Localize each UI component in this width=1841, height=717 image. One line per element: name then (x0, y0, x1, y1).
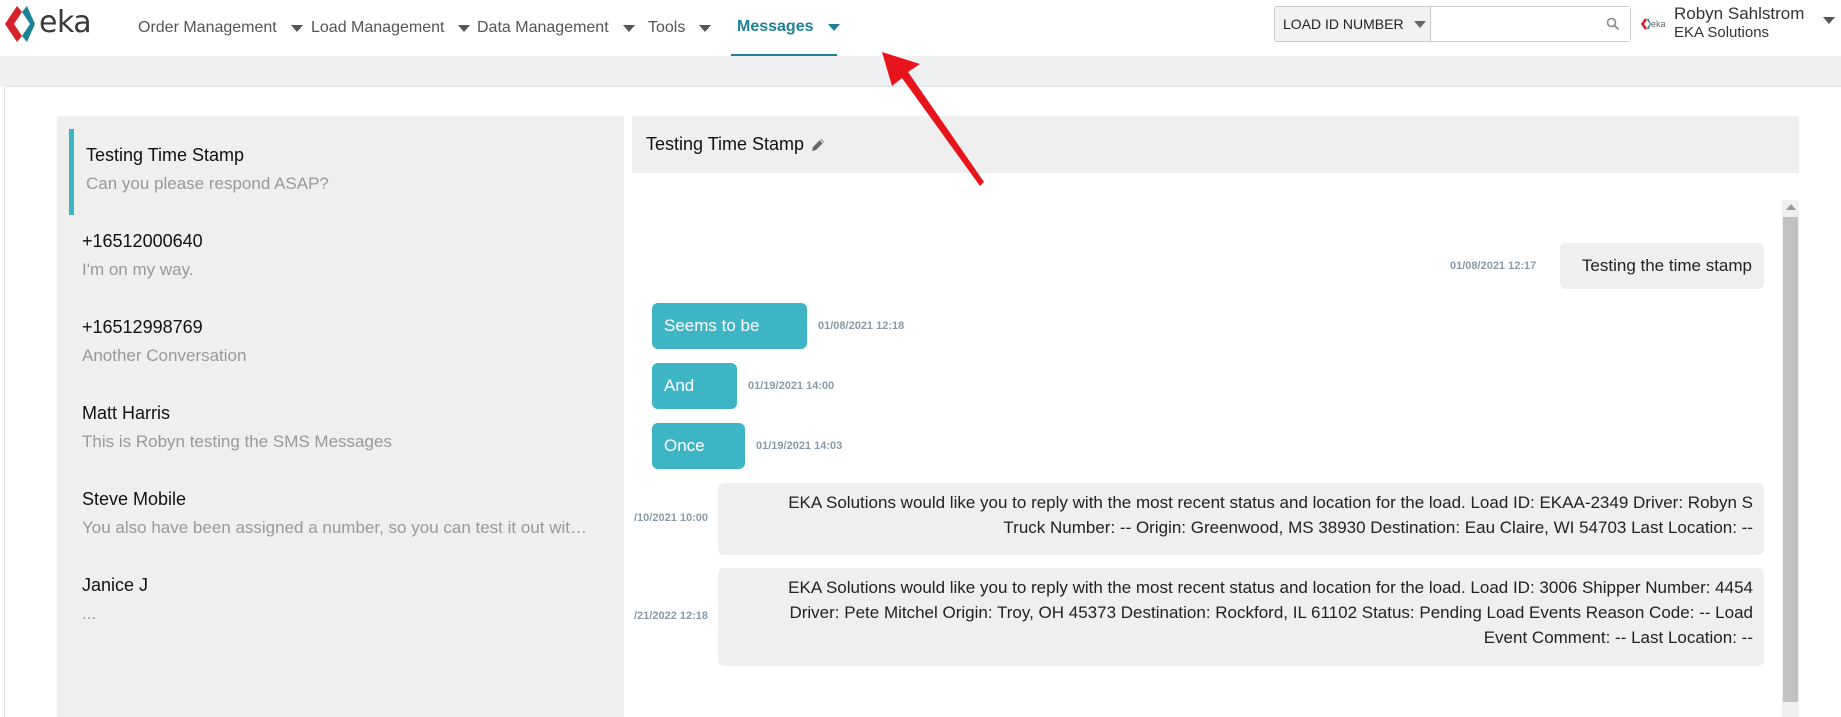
conversation-name: Steve Mobile (82, 489, 187, 509)
conversation-item[interactable]: Janice J ... (57, 546, 624, 632)
nav-tools[interactable]: Tools (648, 0, 712, 56)
message-text: Once more (664, 436, 705, 485)
eka-logo-mark-icon (5, 6, 35, 42)
top-nav-bar: eka Order Management Load Management Dat… (0, 0, 1841, 56)
conversation-item[interactable]: +16512998769 Another Conversation (57, 288, 624, 374)
message-timestamp: 01/19/2021 14:00 (748, 380, 835, 392)
conversation-name: +16512998769 (82, 317, 203, 337)
logo-text: eka (39, 4, 92, 40)
conversation-item[interactable]: Testing Time Stamp Can you please respon… (57, 116, 624, 215)
chat-header: Testing Time Stamp (632, 116, 1799, 173)
message-thread: 01/08/2021 12:17 Testing the time stamp … (632, 173, 1799, 717)
conversation-preview: Can you please respond ASAP? (86, 174, 329, 193)
nav-label: Load Management (311, 19, 445, 36)
message-text-line: Driver: Pete Mitchel Origin: Troy, OH 45… (789, 603, 1753, 622)
conversation-preview: Another Conversation (82, 346, 247, 365)
conversation-list: Testing Time Stamp Can you please respon… (57, 116, 624, 717)
pencil-icon[interactable] (811, 138, 825, 152)
conversation-preview: This is Robyn testing the SMS Messages (82, 432, 392, 451)
message-timestamp: /10/2021 10:00 (634, 512, 709, 524)
nav-messages[interactable]: Messages (731, 0, 840, 56)
search-type-label: LOAD ID NUMBER (1283, 16, 1404, 32)
message-text-line: EKA Solutions would like you to reply wi… (788, 578, 1753, 597)
conversation-name: Testing Time Stamp (86, 145, 245, 165)
message-scrollbar[interactable] (1782, 200, 1799, 717)
user-company: EKA Solutions (1674, 24, 1770, 41)
company-logo-text: eka (1651, 19, 1666, 29)
chevron-down-icon (622, 24, 635, 32)
conversation-name: +16512000640 (82, 231, 203, 251)
nav-label: Tools (648, 19, 686, 36)
message-bubble-incoming: Once more (652, 423, 745, 485)
conversation-item[interactable]: Steve Mobile You also have been assigned… (57, 460, 624, 546)
message-bubble-outgoing: Testing the time stamp (1560, 243, 1764, 289)
chevron-down-icon (1413, 20, 1426, 28)
user-menu[interactable]: eka Robyn Sahlstrom EKA Solutions (1641, 4, 1835, 42)
nav-label: Data Management (477, 19, 609, 36)
nav-label: Messages (737, 18, 814, 35)
message-timestamp: /21/2022 12:18 (634, 610, 709, 622)
chevron-down-icon (290, 24, 303, 32)
nav-load-management[interactable]: Load Management (311, 0, 471, 56)
message-text: Seems to be working (664, 316, 760, 365)
message-timestamp: 01/08/2021 12:18 (818, 320, 905, 332)
message-timestamp: 01/19/2021 14:03 (756, 440, 843, 452)
chevron-down-icon (827, 23, 840, 31)
message-text-line: Truck Number: -- Origin: Greenwood, MS 3… (1003, 518, 1753, 537)
conversation-name: Matt Harris (82, 403, 171, 423)
user-name: Robyn Sahlstrom (1674, 4, 1805, 23)
message-bubble-outgoing: EKA Solutions would like you to reply wi… (718, 483, 1764, 555)
message-text-line: Event Comment: -- Last Location: -- (1483, 628, 1753, 647)
annotation-arrow-icon (882, 52, 984, 186)
conversation-preview: ... (82, 604, 97, 623)
eka-logo[interactable]: eka (3, 4, 92, 44)
load-search: LOAD ID NUMBER (1274, 6, 1631, 42)
nav-label: Order Management (138, 19, 277, 36)
chat-title: Testing Time Stamp (646, 134, 805, 154)
message-text-line: EKA Solutions would like you to reply wi… (788, 493, 1753, 512)
message-text: Testing the time stamp (1581, 256, 1752, 275)
company-logo-mark-icon (1641, 18, 1651, 30)
chat-panel: Testing Time Stamp 01/08/2021 12:17 Test… (632, 116, 1799, 717)
scrollbar-thumb[interactable] (1783, 217, 1798, 702)
search-icon[interactable] (1606, 17, 1620, 31)
message-bubble-incoming: Seems to be working (652, 303, 807, 365)
conversation-name: Janice J (82, 575, 149, 595)
conversation-item[interactable]: Matt Harris This is Robyn testing the SM… (57, 374, 624, 460)
scroll-up-arrow-icon[interactable] (1786, 204, 1796, 210)
message-text: And again (664, 376, 706, 425)
search-input[interactable] (1431, 7, 1630, 41)
chevron-down-icon (458, 24, 471, 32)
conversation-preview: I'm on my way. (82, 260, 194, 279)
chevron-down-icon (1823, 17, 1835, 24)
chevron-down-icon (699, 24, 712, 32)
company-logo: eka (1641, 18, 1669, 30)
conversation-preview: You also have been assigned a number, so… (82, 518, 588, 537)
conversation-item[interactable]: +16512000640 I'm on my way. (57, 202, 624, 288)
search-type-dropdown[interactable]: LOAD ID NUMBER (1275, 7, 1431, 41)
message-bubble-outgoing: EKA Solutions would like you to reply wi… (718, 568, 1764, 666)
nav-data-management[interactable]: Data Management (477, 0, 635, 56)
message-bubble-incoming: And again (652, 363, 737, 425)
nav-order-management[interactable]: Order Management (138, 0, 303, 56)
message-timestamp: 01/08/2021 12:17 (1450, 260, 1537, 272)
